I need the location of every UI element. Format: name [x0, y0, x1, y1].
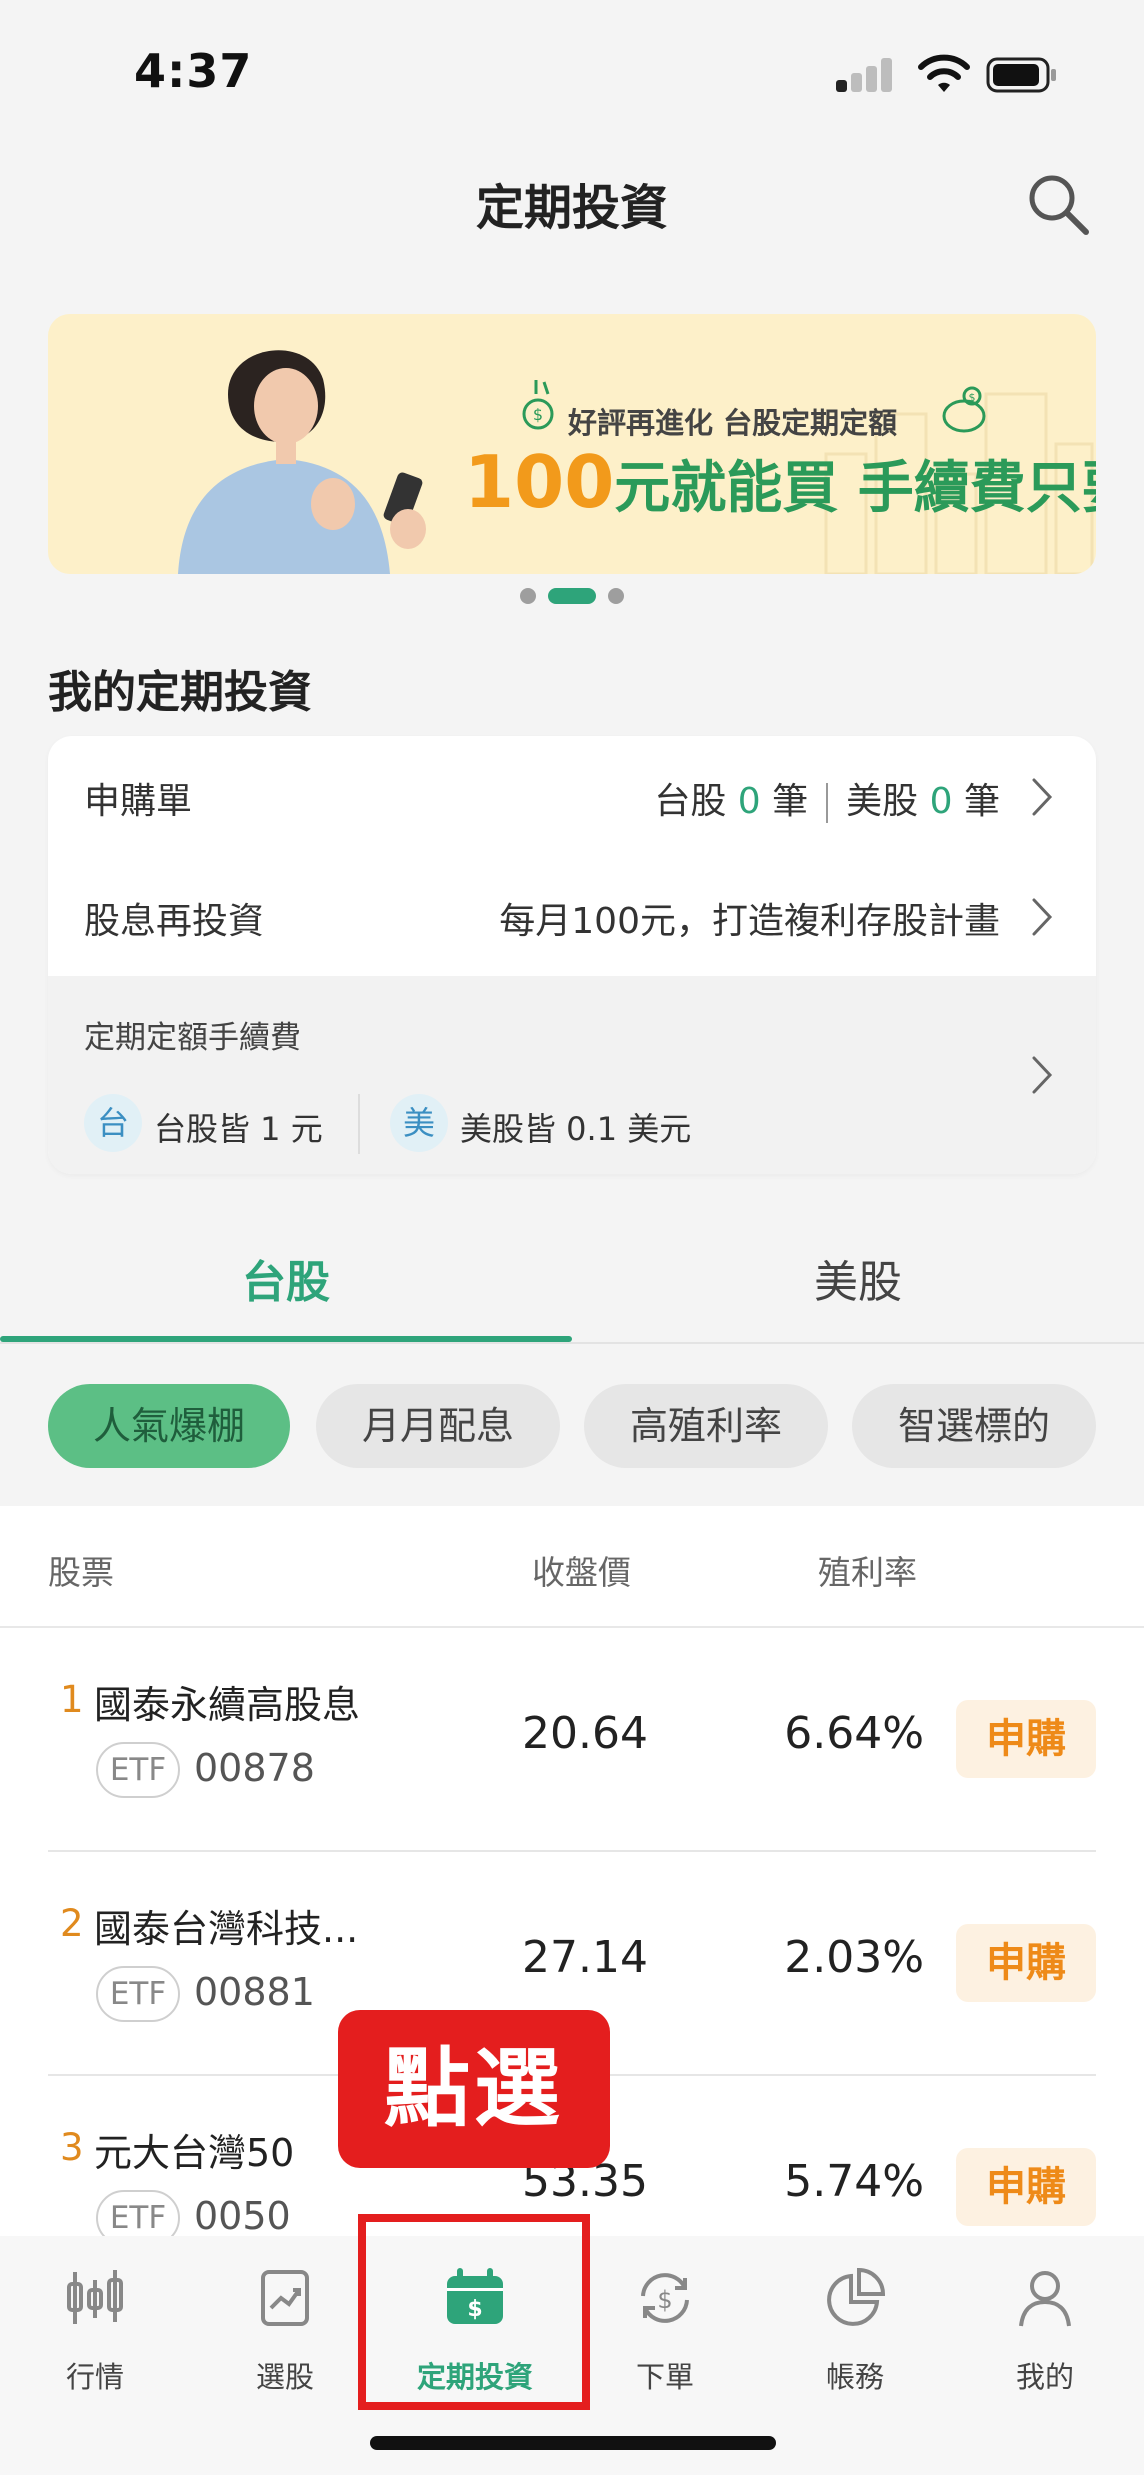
row-rank: 1	[60, 1678, 84, 1721]
us-orders-count: 0	[929, 781, 953, 822]
banner-price: 100	[464, 440, 615, 524]
fee-title: 定期定額手續費	[84, 1020, 301, 1056]
row-rank: 3	[60, 2126, 84, 2169]
carousel-dot[interactable]	[520, 588, 536, 604]
candlestick-icon	[67, 2270, 123, 2324]
woman-with-phone-illustration	[178, 350, 426, 574]
nav-profile[interactable]: 我的	[950, 2250, 1140, 2410]
carousel-indicator	[0, 588, 1144, 604]
row-yield: 5.74%	[784, 2156, 924, 2207]
nav-label: 選股	[255, 2360, 314, 2394]
row-stock-code: 00881	[194, 1970, 315, 2014]
row-stock-name: 國泰永續高股息	[94, 1683, 361, 1727]
tab-tw-stock[interactable]: 台股	[0, 1246, 572, 1310]
nav-label: 下單	[635, 2360, 694, 2394]
etf-tag: ETF	[96, 2190, 180, 2236]
promo-banner[interactable]: $ 好評再進化 台股定期定額 $ 100元就能買 手續費只要1元	[48, 314, 1096, 574]
banner-headline: 100元就能買 手續費只要1元	[464, 440, 1096, 524]
tab-baseline	[0, 1342, 1144, 1344]
chart-document-icon	[261, 2270, 309, 2326]
dividend-reinvest-value: 每月100元，打造複利存股計畫	[499, 901, 1000, 942]
us-fee-text: 美股皆 0.1 美元	[460, 1110, 692, 1148]
tab-active-indicator	[0, 1336, 572, 1342]
tw-fee-text: 台股皆 1 元	[154, 1110, 323, 1148]
fee-info-box[interactable]: 定期定額手續費 台 台股皆 1 元 美 美股皆 0.1 美元	[48, 976, 1096, 1174]
orders-unit: 筆	[772, 781, 809, 822]
svg-text:$: $	[969, 391, 976, 404]
row-stock-name: 國泰台灣科技...	[94, 1907, 359, 1951]
svg-text:$: $	[657, 2286, 672, 2314]
svg-text:$: $	[533, 405, 543, 424]
orders-label: 申購單	[84, 781, 193, 822]
chevron-right-icon	[1032, 1056, 1053, 1094]
carousel-dot[interactable]	[608, 588, 624, 604]
highlight-box-annotation	[358, 2214, 590, 2410]
coin-icon: $	[522, 380, 554, 430]
row-yield: 6.64%	[784, 1708, 924, 1759]
divider	[826, 783, 829, 823]
subscribe-button[interactable]: 申購	[956, 2148, 1096, 2226]
nav-order[interactable]: $ 下單	[570, 2250, 760, 2410]
us-orders-label: 美股	[846, 781, 919, 822]
header-close-price: 收盤價	[532, 1553, 631, 1592]
click-here-annotation: 點選	[338, 2010, 610, 2168]
row-rank: 2	[60, 1902, 84, 1945]
row-stock-name: 元大台灣50	[94, 2131, 295, 2175]
banner-subtitle: 好評再進化 台股定期定額	[568, 406, 898, 440]
home-indicator	[370, 2436, 776, 2450]
orders-row[interactable]: 申購單 台股 0 筆美股 0 筆	[48, 736, 1096, 856]
tw-orders-count: 0	[737, 781, 761, 822]
pie-chart-icon	[827, 2267, 886, 2326]
filter-popular[interactable]: 人氣爆棚	[48, 1384, 290, 1468]
carousel-dot-active[interactable]	[548, 588, 596, 604]
nav-stock-picker[interactable]: 選股	[190, 2250, 380, 2410]
table-row[interactable]: 1 國泰永續高股息 ETF 00878 20.64 6.64% 申購	[0, 1628, 1144, 1852]
subscribe-button[interactable]: 申購	[956, 1924, 1096, 2002]
nav-label: 行情	[65, 2360, 124, 2394]
chevron-right-icon	[1032, 898, 1053, 936]
page-title: 定期投資	[475, 180, 668, 236]
cellular-signal-icon	[836, 58, 894, 92]
orders-unit: 筆	[963, 781, 1000, 822]
header-yield: 殖利率	[818, 1553, 917, 1592]
search-icon[interactable]	[1024, 170, 1094, 240]
wifi-icon	[918, 54, 970, 92]
etf-tag: ETF	[96, 1966, 180, 2022]
subscribe-button[interactable]: 申購	[956, 1700, 1096, 1778]
nav-label: 帳務	[825, 2360, 884, 2394]
status-time: 4:37	[134, 44, 253, 98]
us-badge-icon: 美	[390, 1094, 448, 1152]
filter-monthly-dividend[interactable]: 月月配息	[316, 1384, 560, 1468]
row-stock-code: 00878	[194, 1746, 315, 1790]
user-icon	[1019, 2271, 1071, 2327]
my-investment-title: 我的定期投資	[48, 667, 312, 718]
divider	[358, 1094, 360, 1154]
tw-badge-icon: 台	[84, 1094, 142, 1152]
nav-market[interactable]: 行情	[0, 2250, 190, 2410]
row-stock-code: 0050	[194, 2194, 291, 2236]
tw-orders-label: 台股	[654, 781, 727, 822]
row-close-price: 27.14	[522, 1932, 648, 1983]
nav-label: 我的	[1015, 2360, 1074, 2394]
etf-tag: ETF	[96, 1742, 180, 1798]
dollar-exchange-icon: $	[641, 2273, 689, 2323]
row-yield: 2.03%	[784, 1932, 924, 1983]
row-close-price: 20.64	[522, 1708, 648, 1759]
my-investment-card: 申購單 台股 0 筆美股 0 筆 股息再投資 每月100元，打造複利存股計畫 定…	[48, 736, 1096, 1174]
battery-icon	[986, 57, 1056, 93]
header-stock: 股票	[48, 1553, 114, 1592]
banner-headline-text: 元就能買 手續費只要	[614, 456, 1096, 521]
orders-summary: 台股 0 筆美股 0 筆	[654, 772, 1000, 824]
piggy-bank-icon: $	[942, 386, 986, 433]
filter-high-yield[interactable]: 高殖利率	[584, 1384, 828, 1468]
tab-us-stock[interactable]: 美股	[572, 1246, 1144, 1310]
dividend-reinvest-row[interactable]: 股息再投資 每月100元，打造複利存股計畫	[48, 856, 1096, 976]
chevron-right-icon	[1032, 778, 1053, 816]
dividend-reinvest-label: 股息再投資	[84, 901, 265, 942]
filter-smart-pick[interactable]: 智選標的	[852, 1384, 1096, 1468]
nav-account[interactable]: 帳務	[760, 2250, 950, 2410]
